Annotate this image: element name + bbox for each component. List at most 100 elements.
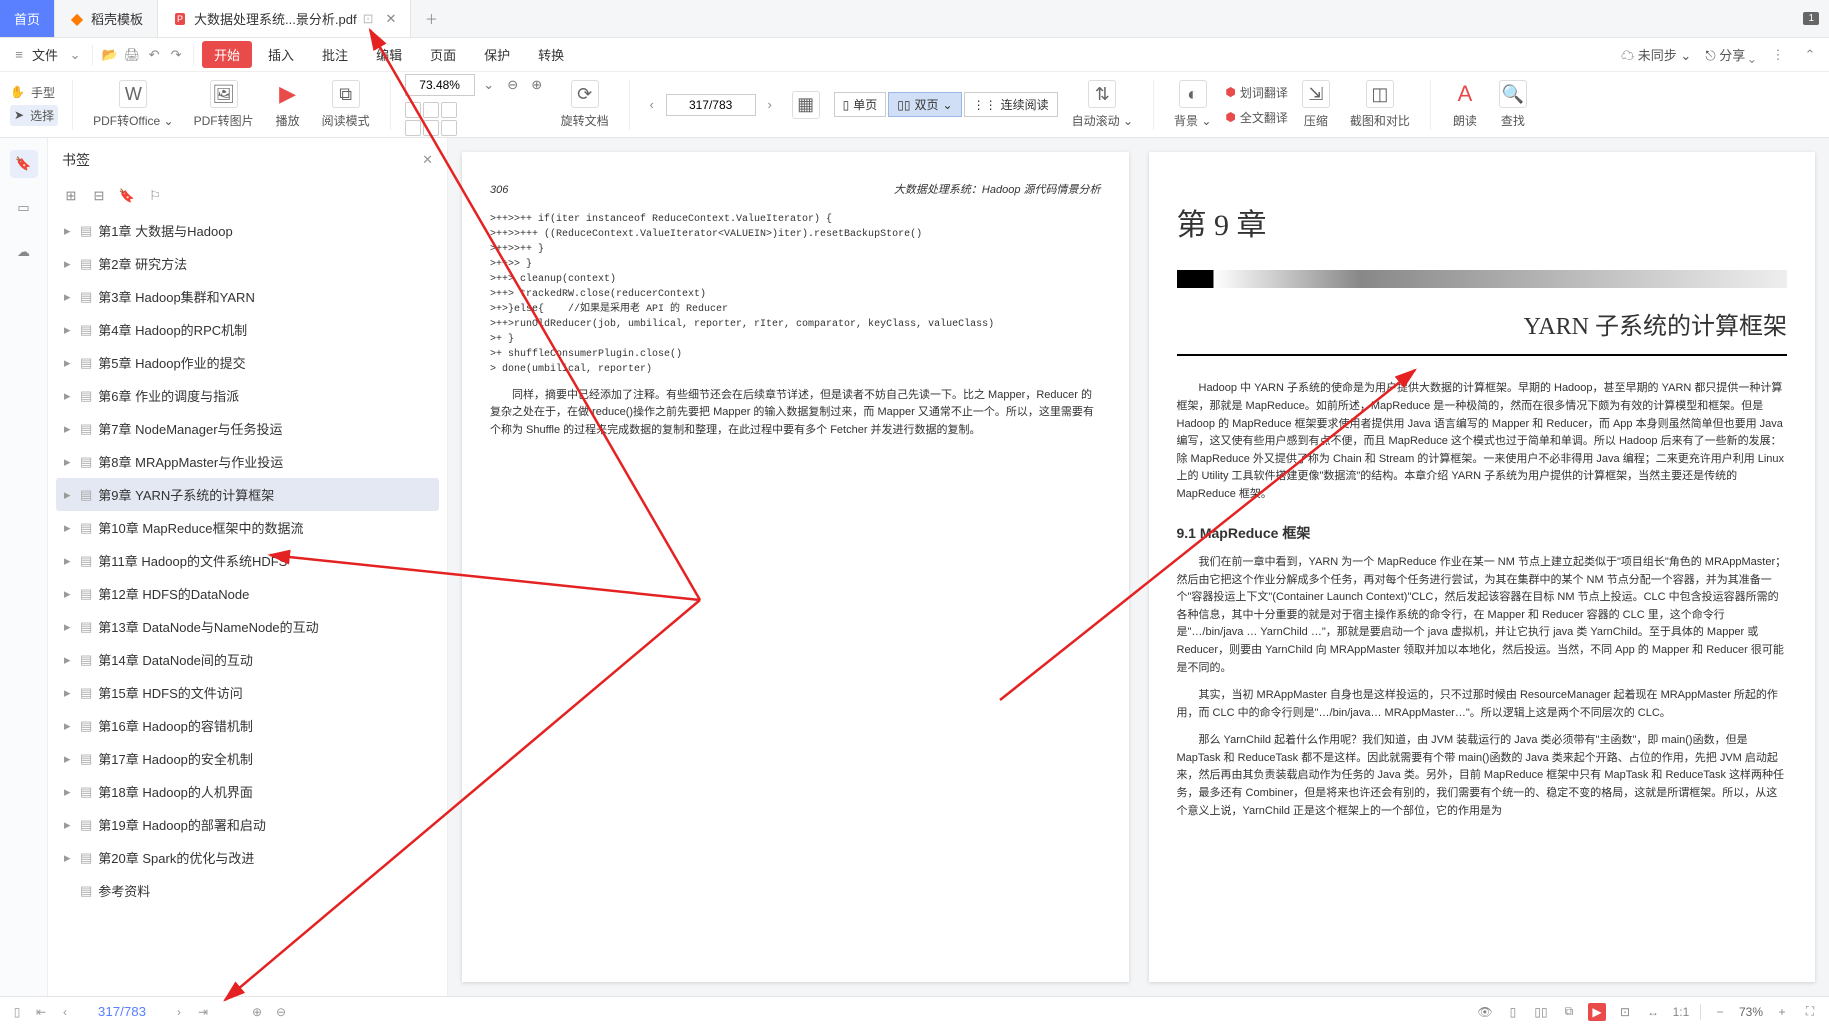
last-page-icon[interactable]: ⇥ <box>196 1005 210 1019</box>
double-page-button[interactable]: ▯▯双页 ⌄ <box>888 92 961 117</box>
find-button[interactable]: 🔍查找 <box>1493 80 1533 129</box>
single-page-button[interactable]: ▯单页 <box>834 92 887 117</box>
view-book-icon[interactable]: ⧉ <box>1560 1004 1578 1019</box>
toc-item[interactable]: ▸▤第1章 大数据与Hadoop <box>56 214 439 247</box>
fit-5[interactable] <box>423 120 439 136</box>
outline-rail-icon[interactable]: ▭ <box>10 194 38 222</box>
menu-protect[interactable]: 保护 <box>472 41 522 68</box>
new-tab-button[interactable]: ＋ <box>411 0 451 37</box>
bookmark-rail-icon[interactable]: 🔖 <box>10 150 38 178</box>
bookmark-outline-icon[interactable]: ⚐ <box>146 188 164 204</box>
cloud-rail-icon[interactable]: ☁ <box>10 238 38 266</box>
menu-file[interactable]: 文件 <box>32 45 58 64</box>
tab-active-pdf[interactable]: P 大数据处理系统...景分析.pdf ⊡ ✕ <box>158 0 411 37</box>
toc-item[interactable]: ▸▤第15章 HDFS的文件访问 <box>56 676 439 709</box>
zoom-out-icon[interactable]: ⊖ <box>503 77 523 93</box>
first-page-icon[interactable]: ⇤ <box>34 1005 48 1019</box>
prev-page-status-icon[interactable]: ‹ <box>58 1005 72 1019</box>
screenshot-button[interactable]: ◫截图和对比 <box>1344 80 1416 129</box>
add-page-icon[interactable]: ⊕ <box>250 1005 264 1019</box>
thumbnail-button[interactable]: ▦ <box>786 91 826 119</box>
pdf-to-office[interactable]: WPDF转Office ⌄ <box>87 80 180 129</box>
toc-item[interactable]: ▤参考资料 <box>56 874 439 907</box>
tab-pin-icon[interactable]: ⊡ <box>363 11 374 27</box>
sync-status[interactable]: ☁ 未同步 ⌄ <box>1621 45 1691 64</box>
add-bookmark-icon[interactable]: ⊞ <box>62 188 80 204</box>
prev-page-icon[interactable]: ‹ <box>644 97 660 112</box>
menu-convert[interactable]: 转换 <box>526 41 576 68</box>
compress-button[interactable]: ⇲压缩 <box>1296 80 1336 129</box>
read-mode[interactable]: ⧉阅读模式 <box>316 80 376 129</box>
read-aloud[interactable]: A朗读 <box>1445 80 1485 129</box>
pdf-to-image[interactable]: 🖼PDF转图片 <box>188 80 260 129</box>
play-status-icon[interactable]: ▶ <box>1588 1003 1606 1021</box>
next-page-icon[interactable]: › <box>762 97 778 112</box>
toc-item[interactable]: ▸▤第17章 Hadoop的安全机制 <box>56 742 439 775</box>
toc-item[interactable]: ▸▤第14章 DataNode间的互动 <box>56 643 439 676</box>
page-viewer[interactable]: 306大数据处理系统：Hadoop 源代码情景分析 >++>>++ if(ite… <box>448 138 1829 996</box>
fit-page-icon[interactable]: ⊡ <box>1616 1005 1634 1019</box>
toc-item[interactable]: ▸▤第6章 作业的调度与指派 <box>56 379 439 412</box>
toc-item[interactable]: ▸▤第7章 NodeManager与任务投运 <box>56 412 439 445</box>
fullscreen-icon[interactable]: ⛶ <box>1801 1004 1819 1019</box>
fit-4[interactable] <box>405 120 421 136</box>
toc-item[interactable]: ▸▤第20章 Spark的优化与改进 <box>56 841 439 874</box>
notification-badge[interactable]: 1 <box>1803 12 1819 25</box>
toc-item[interactable]: ▸▤第2章 研究方法 <box>56 247 439 280</box>
toc-item[interactable]: ▸▤第18章 Hadoop的人机界面 <box>56 775 439 808</box>
zoom-in-status-icon[interactable]: + <box>1773 1005 1791 1019</box>
menu-edit[interactable]: 编辑 <box>364 41 414 68</box>
background-button[interactable]: ◐背景 ⌄ <box>1168 80 1217 129</box>
close-tab-icon[interactable]: ✕ <box>385 11 396 27</box>
eye-icon[interactable]: 👁 <box>1476 1005 1494 1019</box>
zoom-in-icon[interactable]: ⊕ <box>527 77 547 93</box>
zoom-input[interactable] <box>405 74 475 96</box>
view-single-icon[interactable]: ▯ <box>1504 1005 1522 1019</box>
remove-bookmark-icon[interactable]: ⊟ <box>90 188 108 204</box>
fit-3[interactable] <box>441 102 457 118</box>
sidebar-close-icon[interactable]: ✕ <box>422 152 433 168</box>
caret-up-icon[interactable]: ⌃ <box>1801 47 1819 63</box>
dict-translate[interactable]: ⬢划词翻译 <box>1225 84 1288 101</box>
undo-icon[interactable]: ↶ <box>145 47 163 63</box>
continuous-button[interactable]: ⋮⋮连续阅读 <box>964 92 1058 117</box>
zoom-dropdown-icon[interactable]: ⌄ <box>479 77 499 93</box>
print-icon[interactable]: 🖨 <box>123 47 141 63</box>
status-collapse-icon[interactable]: ▯ <box>10 1005 24 1019</box>
toc-item[interactable]: ▸▤第13章 DataNode与NameNode的互动 <box>56 610 439 643</box>
full-translate[interactable]: ⬢全文翻译 <box>1225 109 1288 126</box>
status-page-input[interactable] <box>82 1004 162 1019</box>
chevron-down-icon[interactable]: ⌄ <box>66 47 84 63</box>
menu-insert[interactable]: 插入 <box>256 41 306 68</box>
toc-item[interactable]: ▸▤第3章 Hadoop集群和YARN <box>56 280 439 313</box>
view-double-icon[interactable]: ▯▯ <box>1532 1005 1550 1019</box>
next-page-status-icon[interactable]: › <box>172 1005 186 1019</box>
play-button[interactable]: ▶播放 <box>268 80 308 129</box>
fit-2[interactable] <box>423 102 439 118</box>
menu-annotate[interactable]: 批注 <box>310 41 360 68</box>
menu-page[interactable]: 页面 <box>418 41 468 68</box>
toc-item[interactable]: ▸▤第4章 Hadoop的RPC机制 <box>56 313 439 346</box>
share-button[interactable]: ⎋ 分享 ⌄ <box>1705 45 1755 64</box>
zoom-status[interactable]: 73% <box>1739 1005 1763 1019</box>
hand-tool[interactable]: ✋手型 <box>10 84 58 101</box>
page-input[interactable] <box>666 94 756 116</box>
toc-item[interactable]: ▸▤第10章 MapReduce框架中的数据流 <box>56 511 439 544</box>
hamburger-icon[interactable]: ≡ <box>10 47 28 62</box>
toc-item[interactable]: ▸▤第19章 Hadoop的部署和启动 <box>56 808 439 841</box>
actual-size-icon[interactable]: 1:1 <box>1672 1005 1690 1019</box>
toc-item[interactable]: ▸▤第16章 Hadoop的容错机制 <box>56 709 439 742</box>
more-icon[interactable]: ⋮ <box>1769 47 1787 63</box>
zoom-out-status-icon[interactable]: − <box>1711 1005 1729 1019</box>
auto-scroll[interactable]: ⇅自动滚动 ⌄ <box>1066 80 1139 129</box>
redo-icon[interactable]: ↷ <box>167 47 185 63</box>
fit-6[interactable] <box>441 120 457 136</box>
toc-item[interactable]: ▸▤第8章 MRAppMaster与作业投运 <box>56 445 439 478</box>
fit-1[interactable] <box>405 102 421 118</box>
select-tool[interactable]: ➤选择 <box>10 105 58 126</box>
fit-width-icon[interactable]: ↔ <box>1644 1005 1662 1019</box>
toc-item[interactable]: ▸▤第11章 Hadoop的文件系统HDFS <box>56 544 439 577</box>
open-icon[interactable]: 📂 <box>101 47 119 63</box>
menu-start[interactable]: 开始 <box>202 41 252 68</box>
delete-page-icon[interactable]: ⊖ <box>274 1005 288 1019</box>
